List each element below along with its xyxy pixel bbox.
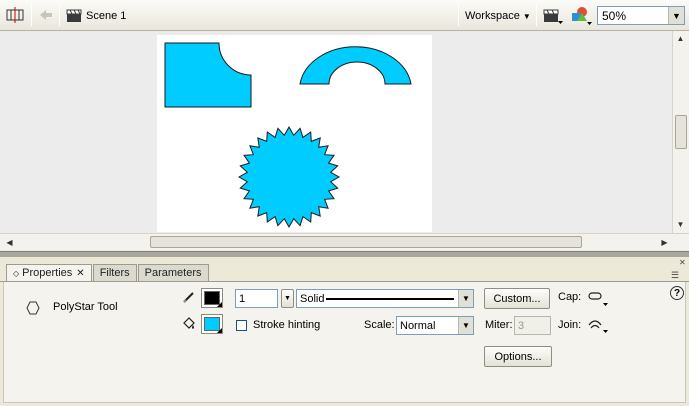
miter-value: 3 xyxy=(518,319,525,332)
vertical-scrollbar[interactable]: ▲ ▼ xyxy=(672,31,689,233)
fill-color-swatch[interactable] xyxy=(201,314,223,334)
timeline-icon xyxy=(6,7,24,23)
edit-symbols-button[interactable] xyxy=(569,5,593,26)
pencil-icon xyxy=(183,292,194,303)
paint-bucket-icon xyxy=(183,317,195,329)
property-inspector: ✕ ◇ Properties ✕ Filters Parameters ☰ Po… xyxy=(0,257,689,406)
stroke-height-slider-button[interactable]: ▼ xyxy=(281,289,294,308)
stroke-hinting-label: Stroke hinting xyxy=(253,319,321,331)
miter-input[interactable]: 3 xyxy=(514,316,551,335)
stroke-color-swatch[interactable] xyxy=(201,288,223,308)
horizontal-scrollbar[interactable]: ◀ ▶ xyxy=(0,233,689,250)
stroke-style-select[interactable]: Solid ▼ xyxy=(296,289,474,308)
stroke-height-input[interactable]: 1 xyxy=(235,289,278,308)
panel-close-icon[interactable]: ✕ xyxy=(679,258,686,267)
close-icon[interactable]: ✕ xyxy=(76,268,84,279)
starburst-shape[interactable] xyxy=(237,125,341,229)
horizontal-scroll-thumb[interactable] xyxy=(150,236,582,248)
stroke-hinting-checkbox[interactable] xyxy=(236,320,247,331)
scene-clapper-icon xyxy=(66,9,82,22)
scale-value: Normal xyxy=(400,319,436,332)
panel-options-menu-icon[interactable]: ☰ xyxy=(671,270,679,281)
back-button[interactable] xyxy=(38,7,56,23)
tab-filters-label: Filters xyxy=(99,267,130,279)
cap-style-button[interactable] xyxy=(586,289,610,307)
round-join-icon xyxy=(588,320,608,333)
edit-bar: Scene 1 Workspace ▼ 50% ▼ xyxy=(0,0,689,31)
collapse-triangle-icon: ◇ xyxy=(13,268,20,278)
stage-area: ▲ ▼ ◀ ▶ xyxy=(0,31,689,251)
zoom-combobox[interactable]: 50% ▼ xyxy=(597,6,685,25)
stage-canvas[interactable] xyxy=(157,35,432,232)
tab-properties[interactable]: ◇ Properties ✕ xyxy=(6,264,92,281)
custom-stroke-button[interactable]: Custom... xyxy=(484,288,550,309)
tab-filters[interactable]: Filters xyxy=(92,264,137,281)
chevron-down-icon: ▼ xyxy=(522,11,531,21)
back-arrow-icon xyxy=(40,10,52,20)
cap-label: Cap: xyxy=(558,291,582,303)
scroll-right-icon[interactable]: ▶ xyxy=(657,235,672,250)
scroll-down-icon[interactable]: ▼ xyxy=(673,217,688,232)
workspace-menu[interactable]: Workspace ▼ xyxy=(465,8,531,24)
options-button[interactable]: Options... xyxy=(484,346,552,367)
tab-parameters-label: Parameters xyxy=(144,267,202,279)
scroll-up-icon[interactable]: ▲ xyxy=(673,31,688,46)
scene-label: Scene 1 xyxy=(86,9,127,22)
tool-name-label: PolyStar Tool xyxy=(53,301,118,313)
half-ring-shape[interactable] xyxy=(299,46,412,85)
workspace-label: Workspace xyxy=(465,10,520,22)
options-button-label: Options... xyxy=(494,350,542,363)
join-style-button[interactable] xyxy=(586,315,610,335)
vertical-scroll-thumb[interactable] xyxy=(675,115,687,149)
polystar-tool-icon xyxy=(26,301,40,315)
scale-label: Scale: xyxy=(364,319,395,331)
custom-button-label: Custom... xyxy=(493,292,541,305)
zoom-value[interactable]: 50% xyxy=(598,9,668,23)
join-label: Join: xyxy=(558,319,582,331)
scale-select[interactable]: Normal ▼ xyxy=(396,316,474,335)
chevron-down-icon[interactable]: ▼ xyxy=(668,7,684,24)
stroke-style-value: Solid xyxy=(300,292,325,305)
edit-scene-icon xyxy=(543,9,563,24)
tab-parameters[interactable]: Parameters xyxy=(137,264,209,281)
panel-tabs: ◇ Properties ✕ Filters Parameters xyxy=(6,264,210,281)
scene-breadcrumb[interactable]: Scene 1 xyxy=(66,7,126,24)
edit-scene-button[interactable] xyxy=(542,6,564,26)
stroke-height-value: 1 xyxy=(239,292,246,305)
help-icon[interactable]: ? xyxy=(670,286,684,300)
miter-label: Miter: xyxy=(485,319,513,331)
edit-symbols-icon xyxy=(572,7,592,25)
scroll-left-icon[interactable]: ◀ xyxy=(2,235,17,250)
round-cap-icon xyxy=(588,292,608,306)
chevron-down-icon[interactable]: ▼ xyxy=(458,317,473,334)
timeline-toggle-button[interactable] xyxy=(5,5,27,25)
cutout-rectangle-shape[interactable] xyxy=(164,42,252,108)
chevron-down-icon[interactable]: ▼ xyxy=(458,290,473,307)
properties-body: PolyStar Tool 1 ▼ Solid ▼ Custom... Cap:… xyxy=(3,282,686,403)
tab-properties-label: Properties xyxy=(22,267,73,279)
stroke-style-preview xyxy=(326,297,454,300)
